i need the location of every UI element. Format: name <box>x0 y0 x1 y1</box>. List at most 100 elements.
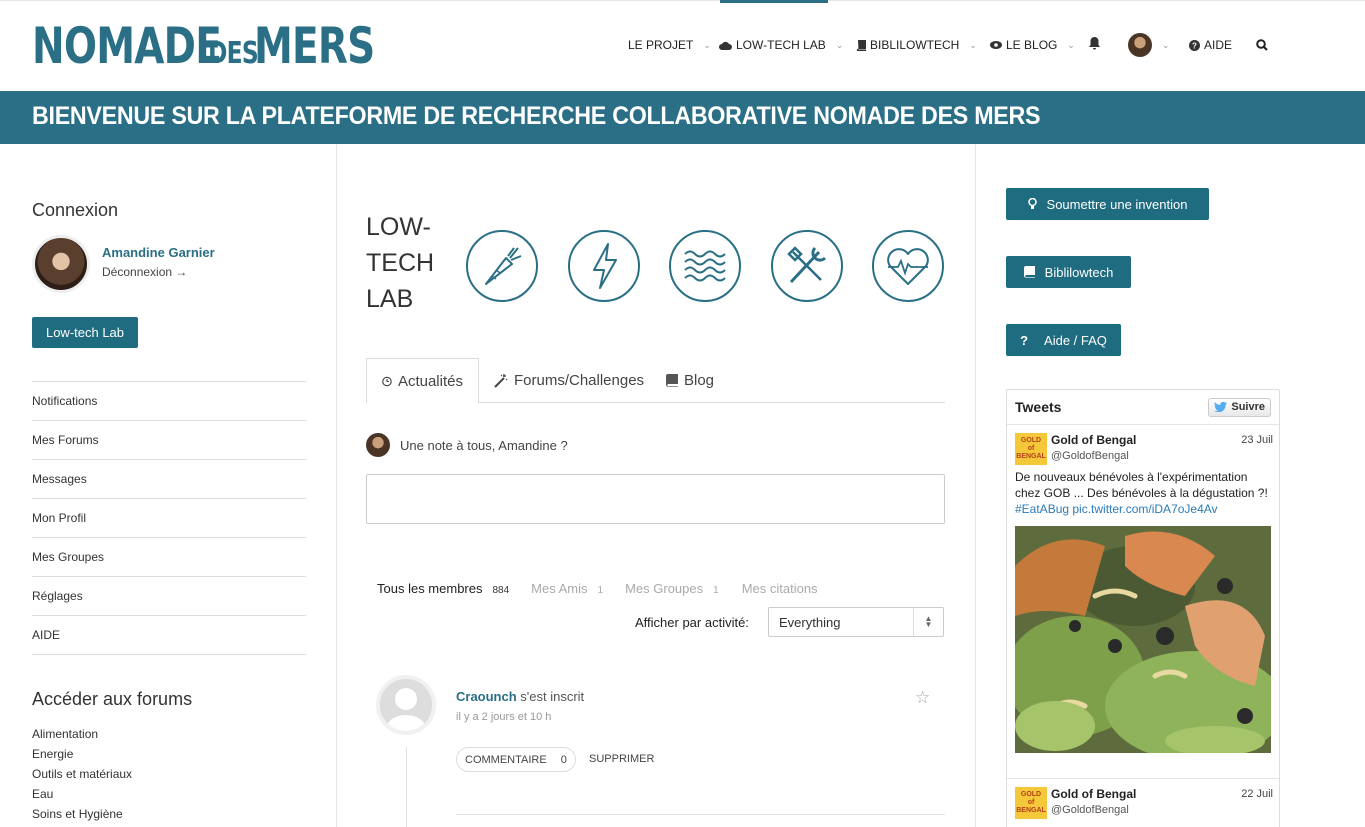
filter-count: 884 <box>492 585 510 596</box>
low-tech-lab-heading: LOW- TECH LAB <box>366 209 446 317</box>
avatar[interactable] <box>376 675 436 735</box>
chevron-down-icon: ⌄ <box>969 39 977 50</box>
menu-item-mes-groupes[interactable]: Mes Groupes <box>32 538 306 577</box>
tweet-author-handle[interactable]: @GoldofBengal <box>1051 450 1129 462</box>
menu-item-notifications[interactable]: Notifications <box>32 382 306 421</box>
forum-link-soins[interactable]: Soins et Hygiène <box>32 804 132 824</box>
water-waves-icon[interactable] <box>669 230 741 302</box>
book-icon <box>666 374 678 387</box>
filter-tous-les-membres[interactable]: Tous les membres 884 <box>377 581 509 596</box>
forum-link-outils[interactable]: Outils et matériaux <box>32 764 132 784</box>
tweet-item[interactable]: GOLD of BENGAL Gold of Bengal @GoldofBenga… <box>1015 787 1273 827</box>
tab-actualites-label: Actualités <box>397 372 463 390</box>
aide-faq-button[interactable]: ? Aide / FAQ <box>1006 324 1121 356</box>
comment-button[interactable]: COMMENTAIRE 0 <box>456 747 576 772</box>
default-user-icon <box>380 679 432 731</box>
chevron-down-icon: ⌄ <box>703 39 711 50</box>
site-logo[interactable]: NOMADE DES MERS <box>32 21 380 73</box>
tweet-text: De nouveaux bénévoles à l'expérimentatio… <box>1015 469 1271 517</box>
tweet-link[interactable]: #EatABug pic.twitter.com/iDA7oJe4Av <box>1015 502 1218 516</box>
user-name-link[interactable]: Amandine Garnier <box>102 245 215 260</box>
heart-pulse-icon[interactable] <box>872 230 944 302</box>
select-arrows-icon: ▲ ▼ <box>913 608 943 636</box>
heading-line: LOW- <box>366 213 431 241</box>
nav-low-tech-lab-label: LOW-TECH LAB <box>736 38 826 52</box>
tab-actualites[interactable]: Actualités <box>366 358 479 404</box>
nav-aide[interactable]: ? AIDE <box>1189 38 1232 52</box>
submit-invention-button[interactable]: Soumettre une invention <box>1006 188 1209 220</box>
book-icon <box>856 39 866 51</box>
menu-item-aide[interactable]: AIDE <box>32 616 306 655</box>
biblilowtech-button[interactable]: Biblilowtech <box>1006 256 1131 288</box>
activity-user-link[interactable]: Craounch <box>456 689 517 704</box>
lightning-icon[interactable] <box>568 230 640 302</box>
logo-word-mers: MERS <box>254 17 375 75</box>
status-textarea[interactable] <box>366 474 945 524</box>
tweet-author-name[interactable]: Gold of Bengal <box>1051 787 1136 801</box>
cloud-icon <box>719 41 732 50</box>
activity-type-select[interactable]: Everything ▲ ▼ <box>768 607 944 637</box>
clock-icon <box>382 376 392 386</box>
eye-icon <box>990 41 1002 49</box>
menu-item-mes-forums[interactable]: Mes Forums <box>32 421 306 460</box>
notifications-bell[interactable] <box>1089 37 1100 50</box>
filter-label: Tous les membres <box>377 581 483 596</box>
filter-mes-amis[interactable]: Mes Amis 1 <box>531 581 603 596</box>
tweet-photo[interactable] <box>1015 526 1271 753</box>
low-tech-lab-button[interactable]: Low-tech Lab <box>32 317 138 348</box>
forum-link-eau[interactable]: Eau <box>32 784 132 804</box>
tweet-date[interactable]: 22 Juil <box>1241 788 1273 800</box>
select-value: Everything <box>779 614 841 630</box>
banner-title: BIENVENUE SUR LA PLATEFORME DE RECHERCHE… <box>32 102 1041 130</box>
account-menu: Notifications Mes Forums Messages Mon Pr… <box>32 381 306 655</box>
chevron-down-icon: ⌄ <box>1162 39 1170 50</box>
avatar <box>366 433 390 457</box>
follow-button[interactable]: Suivre <box>1208 397 1271 417</box>
search-button[interactable] <box>1256 39 1268 51</box>
tools-icon[interactable] <box>771 230 843 302</box>
nav-le-blog-label: LE BLOG <box>1006 38 1058 52</box>
menu-item-reglages[interactable]: Réglages <box>32 577 306 616</box>
book-icon <box>1023 266 1035 278</box>
user-menu[interactable]: ⌄ <box>1128 33 1170 57</box>
delete-button[interactable]: SUPPRIMER <box>589 753 654 765</box>
tab-forums-challenges[interactable]: Forums/Challenges <box>479 358 659 403</box>
gold-of-bengal-logo: GOLD of BENGAL <box>1015 787 1047 819</box>
filter-label: Mes Amis <box>531 581 588 596</box>
twitter-widget: Tweets Suivre GOLD of BENGAL Gold of Benga… <box>1006 389 1280 827</box>
twitter-widget-header: Tweets Suivre <box>1007 390 1279 425</box>
nav-le-projet[interactable]: LE PROJET ⌄ <box>628 38 711 52</box>
tab-blog[interactable]: Blog <box>651 358 729 403</box>
avatar[interactable] <box>32 235 90 293</box>
divider <box>456 814 945 815</box>
aide-faq-label: Aide / FAQ <box>1044 332 1107 348</box>
filter-count: 1 <box>597 585 604 596</box>
filter-mes-citations[interactable]: Mes citations <box>742 581 818 596</box>
filter-mes-groupes[interactable]: Mes Groupes 1 <box>625 581 719 596</box>
nav-low-tech-lab[interactable]: LOW-TECH LAB ⌄ <box>719 38 843 52</box>
tweet-author-handle[interactable]: @GoldofBengal <box>1051 804 1129 816</box>
tweet-date[interactable]: 23 Juil <box>1241 434 1273 446</box>
star-icon[interactable]: ☆ <box>915 688 930 708</box>
gold-of-bengal-logo: GOLD of BENGAL <box>1015 433 1047 465</box>
nav-biblilowtech[interactable]: BIBLILOWTECH ⌄ <box>856 38 977 52</box>
tweet-author-name[interactable]: Gold of Bengal <box>1051 433 1136 447</box>
chevron-down-icon: ⌄ <box>1067 39 1075 50</box>
nav-le-blog[interactable]: LE BLOG ⌄ <box>990 38 1075 52</box>
carrot-icon[interactable] <box>466 230 538 302</box>
lightbulb-icon <box>1027 198 1037 209</box>
magic-wand-icon <box>494 373 508 388</box>
logout-link[interactable]: Déconnexion → <box>102 265 187 279</box>
forum-link-alimentation[interactable]: Alimentation <box>32 724 132 744</box>
heading-line: TECH <box>366 249 435 277</box>
tweets-title: Tweets <box>1015 399 1062 415</box>
tweet-item[interactable]: GOLD of BENGAL Gold of Bengal @GoldofBenga… <box>1015 433 1273 763</box>
column-divider <box>975 144 976 827</box>
menu-item-mon-profil[interactable]: Mon Profil <box>32 499 306 538</box>
question-icon: ? <box>1020 332 1029 348</box>
tweet-body: De nouveaux bénévoles à l'expérimentatio… <box>1015 470 1268 500</box>
activity-timestamp[interactable]: il y a 2 jours et 10 h <box>456 711 551 723</box>
forum-link-energie[interactable]: Energie <box>32 744 132 764</box>
menu-item-messages[interactable]: Messages <box>32 460 306 499</box>
chevron-down-icon: ⌄ <box>835 39 844 50</box>
